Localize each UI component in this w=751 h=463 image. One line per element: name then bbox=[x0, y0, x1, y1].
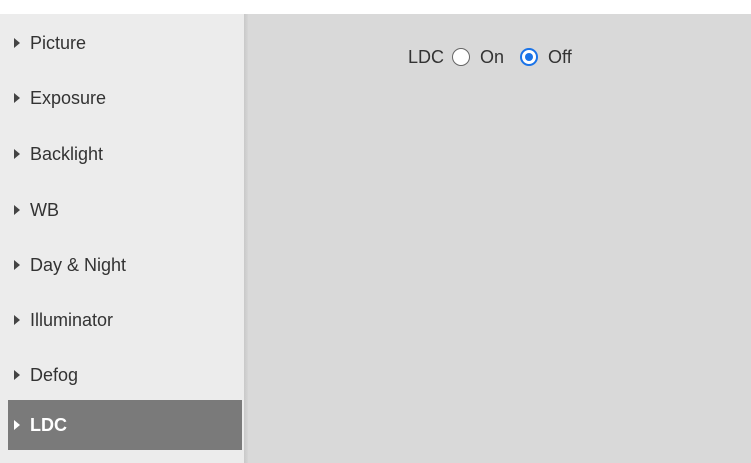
caret-right-icon bbox=[14, 93, 20, 103]
content-panel: LDC On Off bbox=[248, 14, 751, 463]
ldc-on-label: On bbox=[480, 46, 505, 67]
ldc-on-radio[interactable] bbox=[452, 48, 471, 66]
sidebar-item-label: WB bbox=[30, 199, 59, 220]
caret-right-icon bbox=[14, 260, 20, 270]
ldc-setting-row: LDC On Off bbox=[408, 42, 580, 72]
sidebar-item-defog[interactable]: Defog bbox=[8, 355, 242, 395]
ldc-label: LDC bbox=[408, 46, 445, 67]
sidebar-item-backlight[interactable]: Backlight bbox=[8, 134, 242, 174]
sidebar-item-ldc[interactable]: LDC bbox=[8, 400, 242, 450]
top-strip bbox=[0, 0, 751, 14]
sidebar-item-label: Day & Night bbox=[30, 254, 127, 275]
sidebar-item-label: Illuminator bbox=[30, 309, 114, 330]
caret-right-icon bbox=[14, 420, 20, 430]
caret-right-icon bbox=[14, 149, 20, 159]
ldc-off-label: Off bbox=[548, 46, 572, 67]
sidebar-item-label: Backlight bbox=[30, 143, 104, 164]
sidebar-item-label: Picture bbox=[30, 32, 87, 53]
sidebar-item-illuminator[interactable]: Illuminator bbox=[8, 300, 242, 340]
caret-right-icon bbox=[14, 315, 20, 325]
caret-right-icon bbox=[14, 370, 20, 380]
sidebar-item-exposure[interactable]: Exposure bbox=[8, 78, 242, 118]
ldc-off-radio[interactable] bbox=[520, 48, 539, 66]
sidebar-item-label: Defog bbox=[30, 364, 79, 385]
sidebar-item-label: LDC bbox=[30, 414, 67, 435]
sidebar-item-day-night[interactable]: Day & Night bbox=[8, 245, 242, 285]
caret-right-icon bbox=[14, 38, 20, 48]
sidebar-item-wb[interactable]: WB bbox=[8, 190, 242, 230]
sidebar-item-label: Exposure bbox=[30, 87, 107, 108]
caret-right-icon bbox=[14, 205, 20, 215]
sidebar-item-picture[interactable]: Picture bbox=[8, 23, 242, 63]
